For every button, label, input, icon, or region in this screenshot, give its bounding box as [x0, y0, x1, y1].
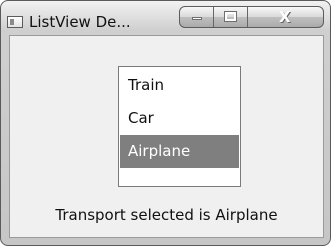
- maximize-icon: [224, 11, 237, 22]
- list-item-train[interactable]: Train: [120, 69, 239, 102]
- minimize-icon: [192, 17, 202, 20]
- selection-status-text: Transport selected is Airplane: [55, 206, 278, 224]
- window-title: ListView De...: [29, 13, 131, 31]
- window-controls: X: [179, 6, 324, 28]
- maximize-button[interactable]: [214, 7, 248, 27]
- list-item-airplane[interactable]: Airplane: [120, 135, 239, 168]
- close-button[interactable]: X: [248, 7, 323, 27]
- close-icon: X: [279, 8, 291, 26]
- list-item-car[interactable]: Car: [120, 102, 239, 135]
- window-content: Train Car Airplane Transport selected is…: [9, 35, 324, 238]
- application-window: ListView De... X Train Car Airplane Tran…: [0, 0, 331, 246]
- minimize-button[interactable]: [180, 7, 214, 27]
- window-icon: [7, 16, 23, 28]
- transport-listview[interactable]: Train Car Airplane: [118, 66, 241, 187]
